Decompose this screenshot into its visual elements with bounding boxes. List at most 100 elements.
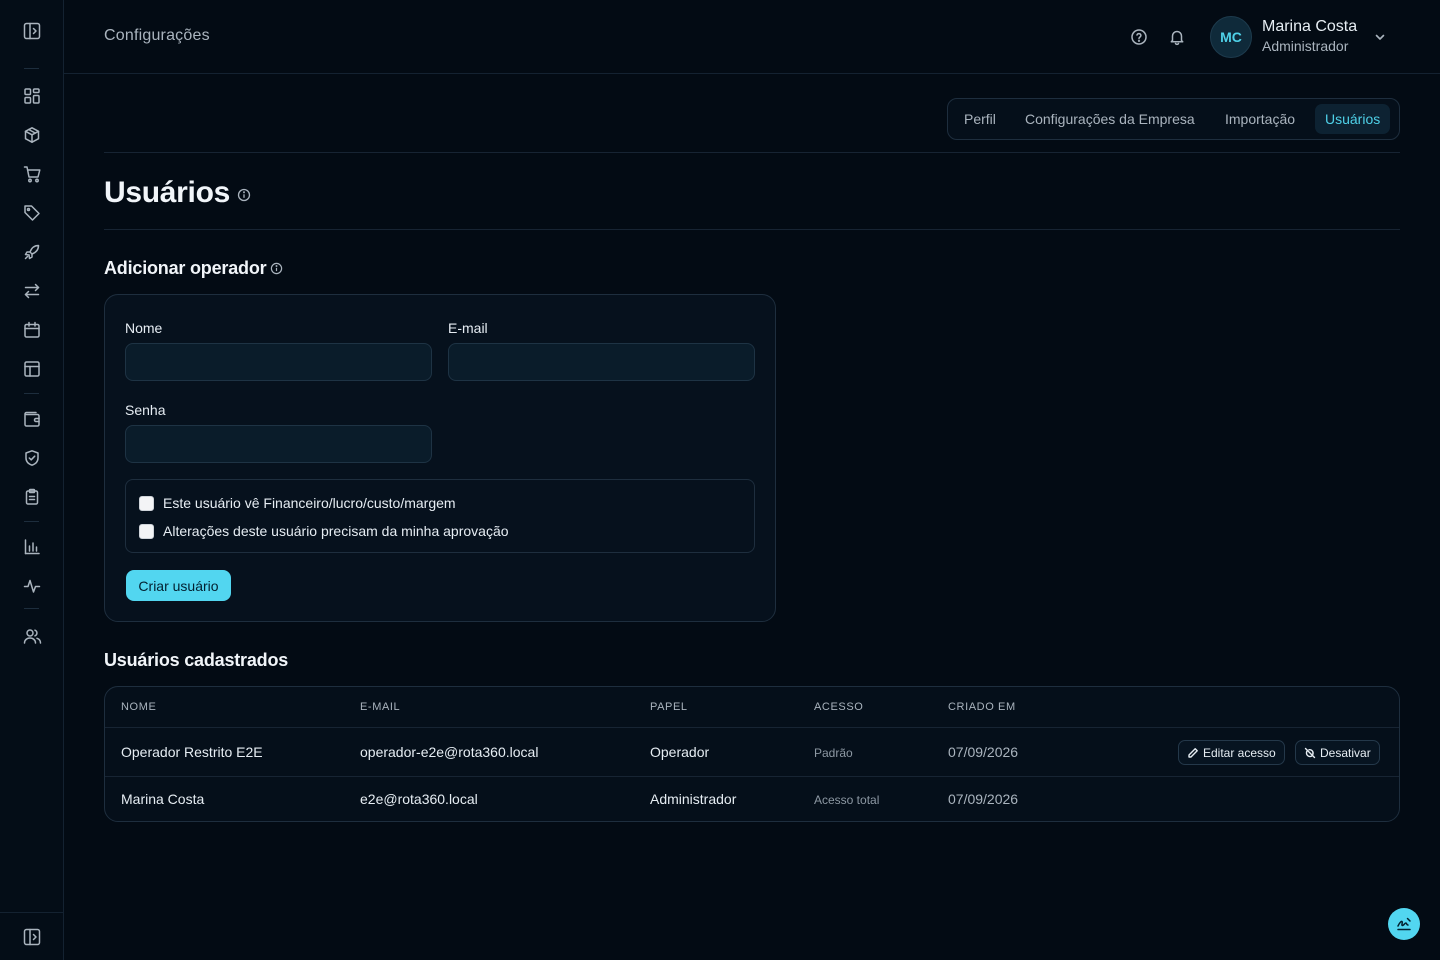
sidebar-item-wallet[interactable] bbox=[22, 409, 42, 429]
email-label: E-mail bbox=[448, 320, 488, 336]
sidebar-item-layout[interactable] bbox=[22, 359, 42, 379]
finance-visibility-checkbox[interactable] bbox=[139, 495, 154, 511]
column-header-created: CRIADO EM bbox=[948, 701, 1016, 713]
tab-perfil[interactable]: Perfil bbox=[954, 104, 1006, 134]
users-icon bbox=[23, 628, 41, 644]
help-button[interactable] bbox=[1129, 27, 1149, 47]
sidebar-item-reports[interactable] bbox=[22, 487, 42, 507]
rocket-icon bbox=[24, 244, 40, 260]
cell-role: Administrador bbox=[650, 791, 737, 807]
cell-email: e2e@rota360.local bbox=[360, 791, 478, 807]
sidebar-item-analytics[interactable] bbox=[22, 537, 42, 557]
table-row: Operador Restrito E2E operador-e2e@rota3… bbox=[105, 728, 1399, 777]
sidebar-divider bbox=[24, 521, 39, 522]
sidebar-item-transfers[interactable] bbox=[22, 281, 42, 301]
signature-icon bbox=[1397, 917, 1411, 931]
cell-name: Operador Restrito E2E bbox=[121, 744, 263, 760]
tab-users[interactable]: Usuários bbox=[1315, 104, 1391, 134]
tab-import[interactable]: Importação bbox=[1215, 104, 1305, 134]
cell-created: 07/09/2026 bbox=[948, 791, 1019, 807]
add-operator-form: Nome E-mail Senha Este usuário vê Financ… bbox=[104, 294, 776, 622]
calendar-icon bbox=[24, 321, 40, 338]
deactivate-label: Desativar bbox=[1320, 745, 1371, 760]
edit-access-label: Editar acesso bbox=[1203, 745, 1276, 760]
sidebar-divider bbox=[24, 393, 39, 394]
password-input[interactable] bbox=[125, 425, 432, 463]
create-user-button[interactable]: Criar usuário bbox=[126, 570, 231, 601]
sidebar-divider bbox=[24, 608, 39, 609]
cell-created: 07/09/2026 bbox=[948, 744, 1019, 760]
approval-required-checkbox[interactable] bbox=[139, 523, 154, 539]
edit-access-button[interactable]: Editar acesso bbox=[1178, 740, 1285, 765]
user-menu-button[interactable] bbox=[1370, 27, 1390, 47]
panel-toggle-icon bbox=[23, 22, 40, 39]
divider bbox=[104, 152, 1400, 153]
pencil-icon bbox=[1188, 747, 1198, 758]
sidebar-item-security[interactable] bbox=[22, 448, 42, 468]
power-off-icon bbox=[1304, 747, 1316, 758]
column-header-access: ACESSO bbox=[814, 701, 864, 713]
sidebar-item-orders[interactable] bbox=[22, 164, 42, 184]
transfer-icon bbox=[24, 283, 40, 299]
tag-icon bbox=[24, 205, 40, 221]
email-input[interactable] bbox=[448, 343, 755, 381]
help-icon bbox=[1131, 29, 1147, 45]
sidebar-item-activity[interactable] bbox=[22, 576, 42, 596]
sidebar-item-users[interactable] bbox=[22, 626, 42, 646]
cell-role: Operador bbox=[650, 744, 710, 760]
table-header: NOME E-MAIL PAPEL ACESSO CRIADO EM bbox=[105, 687, 1399, 728]
page-title: Usuários bbox=[104, 176, 230, 209]
name-input[interactable] bbox=[125, 343, 432, 381]
checkbox-label: Este usuário vê Financeiro/lucro/custo/m… bbox=[163, 495, 456, 511]
bar-chart-icon bbox=[24, 539, 40, 555]
section-title-registered-users: Usuários cadastrados bbox=[104, 650, 289, 670]
topbar: Configurações MC Marina Costa Administra… bbox=[64, 0, 1440, 74]
sidebar-item-launch[interactable] bbox=[22, 242, 42, 262]
layout-icon bbox=[24, 361, 40, 377]
sidebar-item-pricing[interactable] bbox=[22, 203, 42, 223]
section-title-add-operator: Adicionar operador bbox=[104, 258, 267, 278]
info-icon[interactable] bbox=[270, 262, 283, 280]
sidebar-toggle-button[interactable] bbox=[0, 0, 63, 61]
bell-icon bbox=[1170, 30, 1184, 46]
name-label: Nome bbox=[125, 320, 163, 336]
table-row: Marina Costa e2e@rota360.local Administr… bbox=[105, 777, 1399, 821]
box-icon bbox=[24, 127, 40, 143]
column-header-role: PAPEL bbox=[650, 701, 688, 713]
finance-visibility-option[interactable]: Este usuário vê Financeiro/lucro/custo/m… bbox=[139, 494, 456, 512]
sidebar-item-dashboard[interactable] bbox=[22, 86, 42, 106]
activity-icon bbox=[23, 579, 41, 593]
wallet-icon bbox=[24, 411, 40, 427]
cell-access: Acesso total bbox=[814, 793, 880, 807]
assistant-button[interactable] bbox=[1388, 908, 1420, 940]
chevron-down-icon bbox=[1375, 34, 1385, 40]
approval-required-option[interactable]: Alterações deste usuário precisam da min… bbox=[139, 522, 509, 540]
users-table: NOME E-MAIL PAPEL ACESSO CRIADO EM Opera… bbox=[104, 686, 1400, 822]
settings-tabs: Perfil Configurações da Empresa Importaç… bbox=[947, 98, 1400, 140]
user-name[interactable]: Marina Costa bbox=[1262, 18, 1357, 36]
cell-email: operador-e2e@rota360.local bbox=[360, 744, 539, 760]
clipboard-icon bbox=[25, 488, 39, 505]
deactivate-button[interactable]: Desativar bbox=[1295, 740, 1380, 765]
sidebar-item-calendar[interactable] bbox=[22, 320, 42, 340]
password-label: Senha bbox=[125, 402, 166, 418]
column-header-name: NOME bbox=[121, 701, 157, 713]
tab-company-settings[interactable]: Configurações da Empresa bbox=[1015, 104, 1205, 134]
cell-access: Padrão bbox=[814, 746, 853, 760]
sidebar-item-products[interactable] bbox=[22, 125, 42, 145]
notifications-button[interactable] bbox=[1167, 27, 1187, 47]
shield-check-icon bbox=[25, 450, 39, 466]
column-header-email: E-MAIL bbox=[360, 701, 401, 713]
page-heading: Configurações bbox=[104, 27, 210, 44]
cell-name: Marina Costa bbox=[121, 791, 205, 807]
user-role: Administrador bbox=[1262, 38, 1349, 54]
divider bbox=[104, 229, 1400, 230]
panel-toggle-icon bbox=[23, 928, 40, 945]
info-icon[interactable] bbox=[237, 188, 251, 207]
avatar[interactable]: MC bbox=[1210, 16, 1252, 58]
sidebar-collapse-button[interactable] bbox=[0, 912, 63, 960]
sidebar-divider bbox=[24, 68, 39, 69]
sidebar bbox=[0, 0, 64, 960]
cart-icon bbox=[23, 165, 41, 182]
dashboard-icon bbox=[24, 88, 40, 104]
